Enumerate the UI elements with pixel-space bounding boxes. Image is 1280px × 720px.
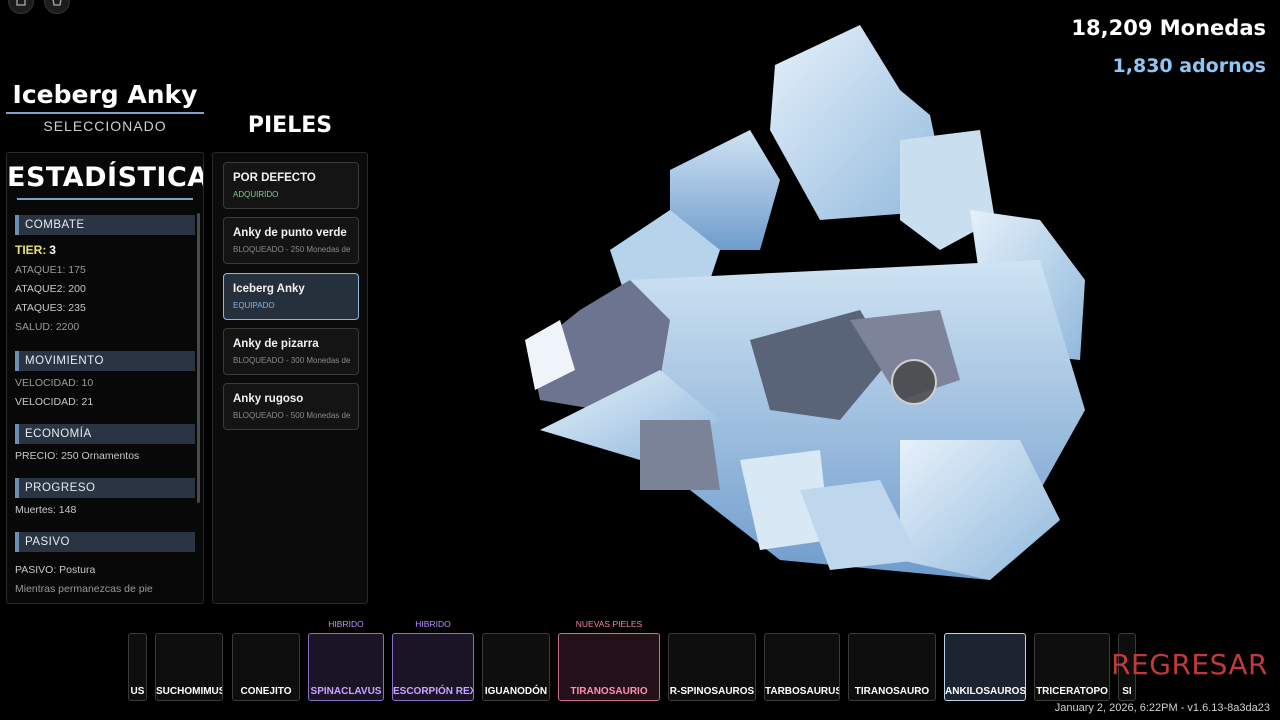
version-info: January 2, 2026, 6:22PM - v1.6.13-8a3da2… [1054, 702, 1270, 714]
dino-card-suchomimus[interactable]: SUCHOMIMUS [155, 633, 223, 701]
economy-section: ECONOMÍA PRECIO: 250 Ornamentos [15, 424, 195, 463]
dino-card-label: SI [1122, 686, 1132, 697]
movement-header: MOVIMIENTO [15, 351, 195, 371]
dino-card-r-spinosauros[interactable]: R-SPINOSAUROS [668, 633, 756, 701]
stats-divider [17, 198, 193, 200]
progress-header: PROGRESO [15, 478, 195, 498]
skins-title: PIELES [247, 113, 333, 138]
combat-header: COMBATE [15, 215, 195, 235]
dino-card-label: TRICERATOPO [1036, 686, 1108, 697]
dino-card-label: ESCORPIÓN REX [393, 686, 474, 697]
stat-attack3: ATAQUE3: 235 [15, 302, 86, 314]
stat-attack1: ATAQUE1: 175 [15, 264, 86, 276]
stat-health: SALUD: 2200 [15, 321, 80, 333]
stats-heading: ESTADÍSTICAS [7, 162, 203, 193]
skin-name: Iceberg Anky [233, 283, 305, 295]
dino-card-tiranosauro[interactable]: TIRANOSAURO [848, 633, 936, 701]
passive-section: PASIVO PASIVO: Postura Mientras permanez… [15, 532, 195, 596]
skins-panel: POR DEFECTO ADQUIRIDO Anky de punto verd… [212, 152, 368, 604]
stats-panel: ESTADÍSTICAS COMBATE TIER: 3 ATAQUE1: 17… [6, 152, 204, 604]
dino-card-triceratopo[interactable]: TRICERATOPO [1034, 633, 1110, 701]
stat-price: PRECIO: 250 Ornamentos [15, 450, 140, 462]
dino-card-spinaclavus[interactable]: SPINACLAVUS [308, 633, 384, 701]
hybrid-tag: HIBRIDO [415, 619, 451, 629]
skin-status: BLOQUEADO - 250 Monedas de [233, 245, 351, 254]
skin-card-default[interactable]: POR DEFECTO ADQUIRIDO [223, 162, 359, 209]
progress-section: PROGRESO Muertes: 148 [15, 478, 195, 517]
dino-card[interactable]: US [128, 633, 147, 701]
stat-passive-desc: Mientras permanezcas de pie [15, 583, 153, 595]
title-divider [6, 112, 204, 114]
tier-line: TIER: 3 [15, 244, 195, 258]
economy-header: ECONOMÍA [15, 424, 195, 444]
skin-name: Anky de pizarra [233, 338, 319, 350]
dino-card-label: TIRANOSAURIO [570, 686, 648, 697]
skin-card-rough[interactable]: Anky rugoso BLOQUEADO - 500 Monedas de [223, 383, 359, 430]
skin-card-slate[interactable]: Anky de pizarra BLOQUEADO - 300 Monedas … [223, 328, 359, 375]
stat-attack2: ATAQUE2: 200 [15, 283, 86, 295]
cursor-indicator [891, 359, 937, 405]
dino-card-conejito[interactable]: CONEJITO [232, 633, 300, 701]
dino-card-label: TARBOSAURUS [765, 686, 840, 697]
skin-status: ADQUIRIDO [233, 190, 279, 199]
skin-card-iceberg[interactable]: Iceberg Anky EQUIPADO [223, 273, 359, 320]
hybrid-tag: HIBRIDO [328, 619, 364, 629]
dino-card-label: US [130, 686, 145, 697]
new-skins-tag: NUEVAS PIELES [575, 619, 643, 629]
skin-card-green-dot[interactable]: Anky de punto verde BLOQUEADO - 250 Mone… [223, 217, 359, 264]
menu-icon[interactable] [8, 0, 34, 14]
dino-card-tarbosaurus[interactable]: TARBOSAURUS [764, 633, 840, 701]
dino-card-label: SPINACLAVUS [310, 686, 382, 697]
shop-icon[interactable] [44, 0, 70, 14]
dino-card-tiranosaurio[interactable]: TIRANOSAURIO [558, 633, 660, 701]
dino-card-iguanodon[interactable]: IGUANODÓN [482, 633, 550, 701]
skin-status: EQUIPADO [233, 301, 275, 310]
stat-passive: PASIVO: Postura [15, 564, 96, 576]
dino-model-preview[interactable] [520, 20, 1110, 600]
dino-name: Iceberg Anky [12, 80, 198, 109]
stat-kills: Muertes: 148 [15, 504, 77, 516]
tier-label: TIER: [15, 243, 47, 257]
combat-section: COMBATE TIER: 3 ATAQUE1: 175 ATAQUE2: 20… [15, 215, 195, 334]
ornaments-counter: 1,830 adornos [1112, 55, 1266, 77]
skin-status: BLOQUEADO - 300 Monedas de [233, 356, 351, 365]
skin-name: Anky de punto verde [233, 227, 347, 239]
movement-section: MOVIMIENTO VELOCIDAD: 10 VELOCIDAD: 21 [15, 351, 195, 409]
dino-card-label: ANKILOSAUROS [945, 686, 1026, 697]
back-button[interactable]: REGRESAR [1111, 648, 1268, 681]
skin-name: Anky rugoso [233, 393, 304, 405]
dino-card-ankilosauros[interactable]: ANKILOSAUROS [944, 633, 1026, 701]
dino-card-label: R-SPINOSAUROS [669, 686, 755, 697]
dino-roster[interactable]: US SUCHOMIMUS CONEJITO HIBRIDO SPINACLAV… [128, 615, 1136, 705]
skin-status: BLOQUEADO - 500 Monedas de [233, 411, 351, 420]
passive-header: PASIVO [15, 532, 195, 552]
selected-status: SELECCIONADO [43, 118, 167, 134]
tier-value: 3 [49, 243, 56, 257]
dino-card-label: IGUANODÓN [484, 686, 548, 697]
dino-card-label: TIRANOSAURO [854, 686, 930, 697]
stat-speed-walk: VELOCIDAD: 10 [15, 377, 94, 389]
selected-dino-header: Iceberg Anky SELECCIONADO [6, 80, 204, 134]
stat-speed-run: VELOCIDAD: 21 [15, 396, 94, 408]
dino-card-label: CONEJITO [240, 686, 292, 697]
stats-scrollbar[interactable] [197, 213, 200, 503]
skin-name: POR DEFECTO [233, 172, 316, 184]
dino-card-escorpion-rex[interactable]: ESCORPIÓN REX [392, 633, 474, 701]
dino-card-label: SUCHOMIMUS [156, 686, 223, 697]
